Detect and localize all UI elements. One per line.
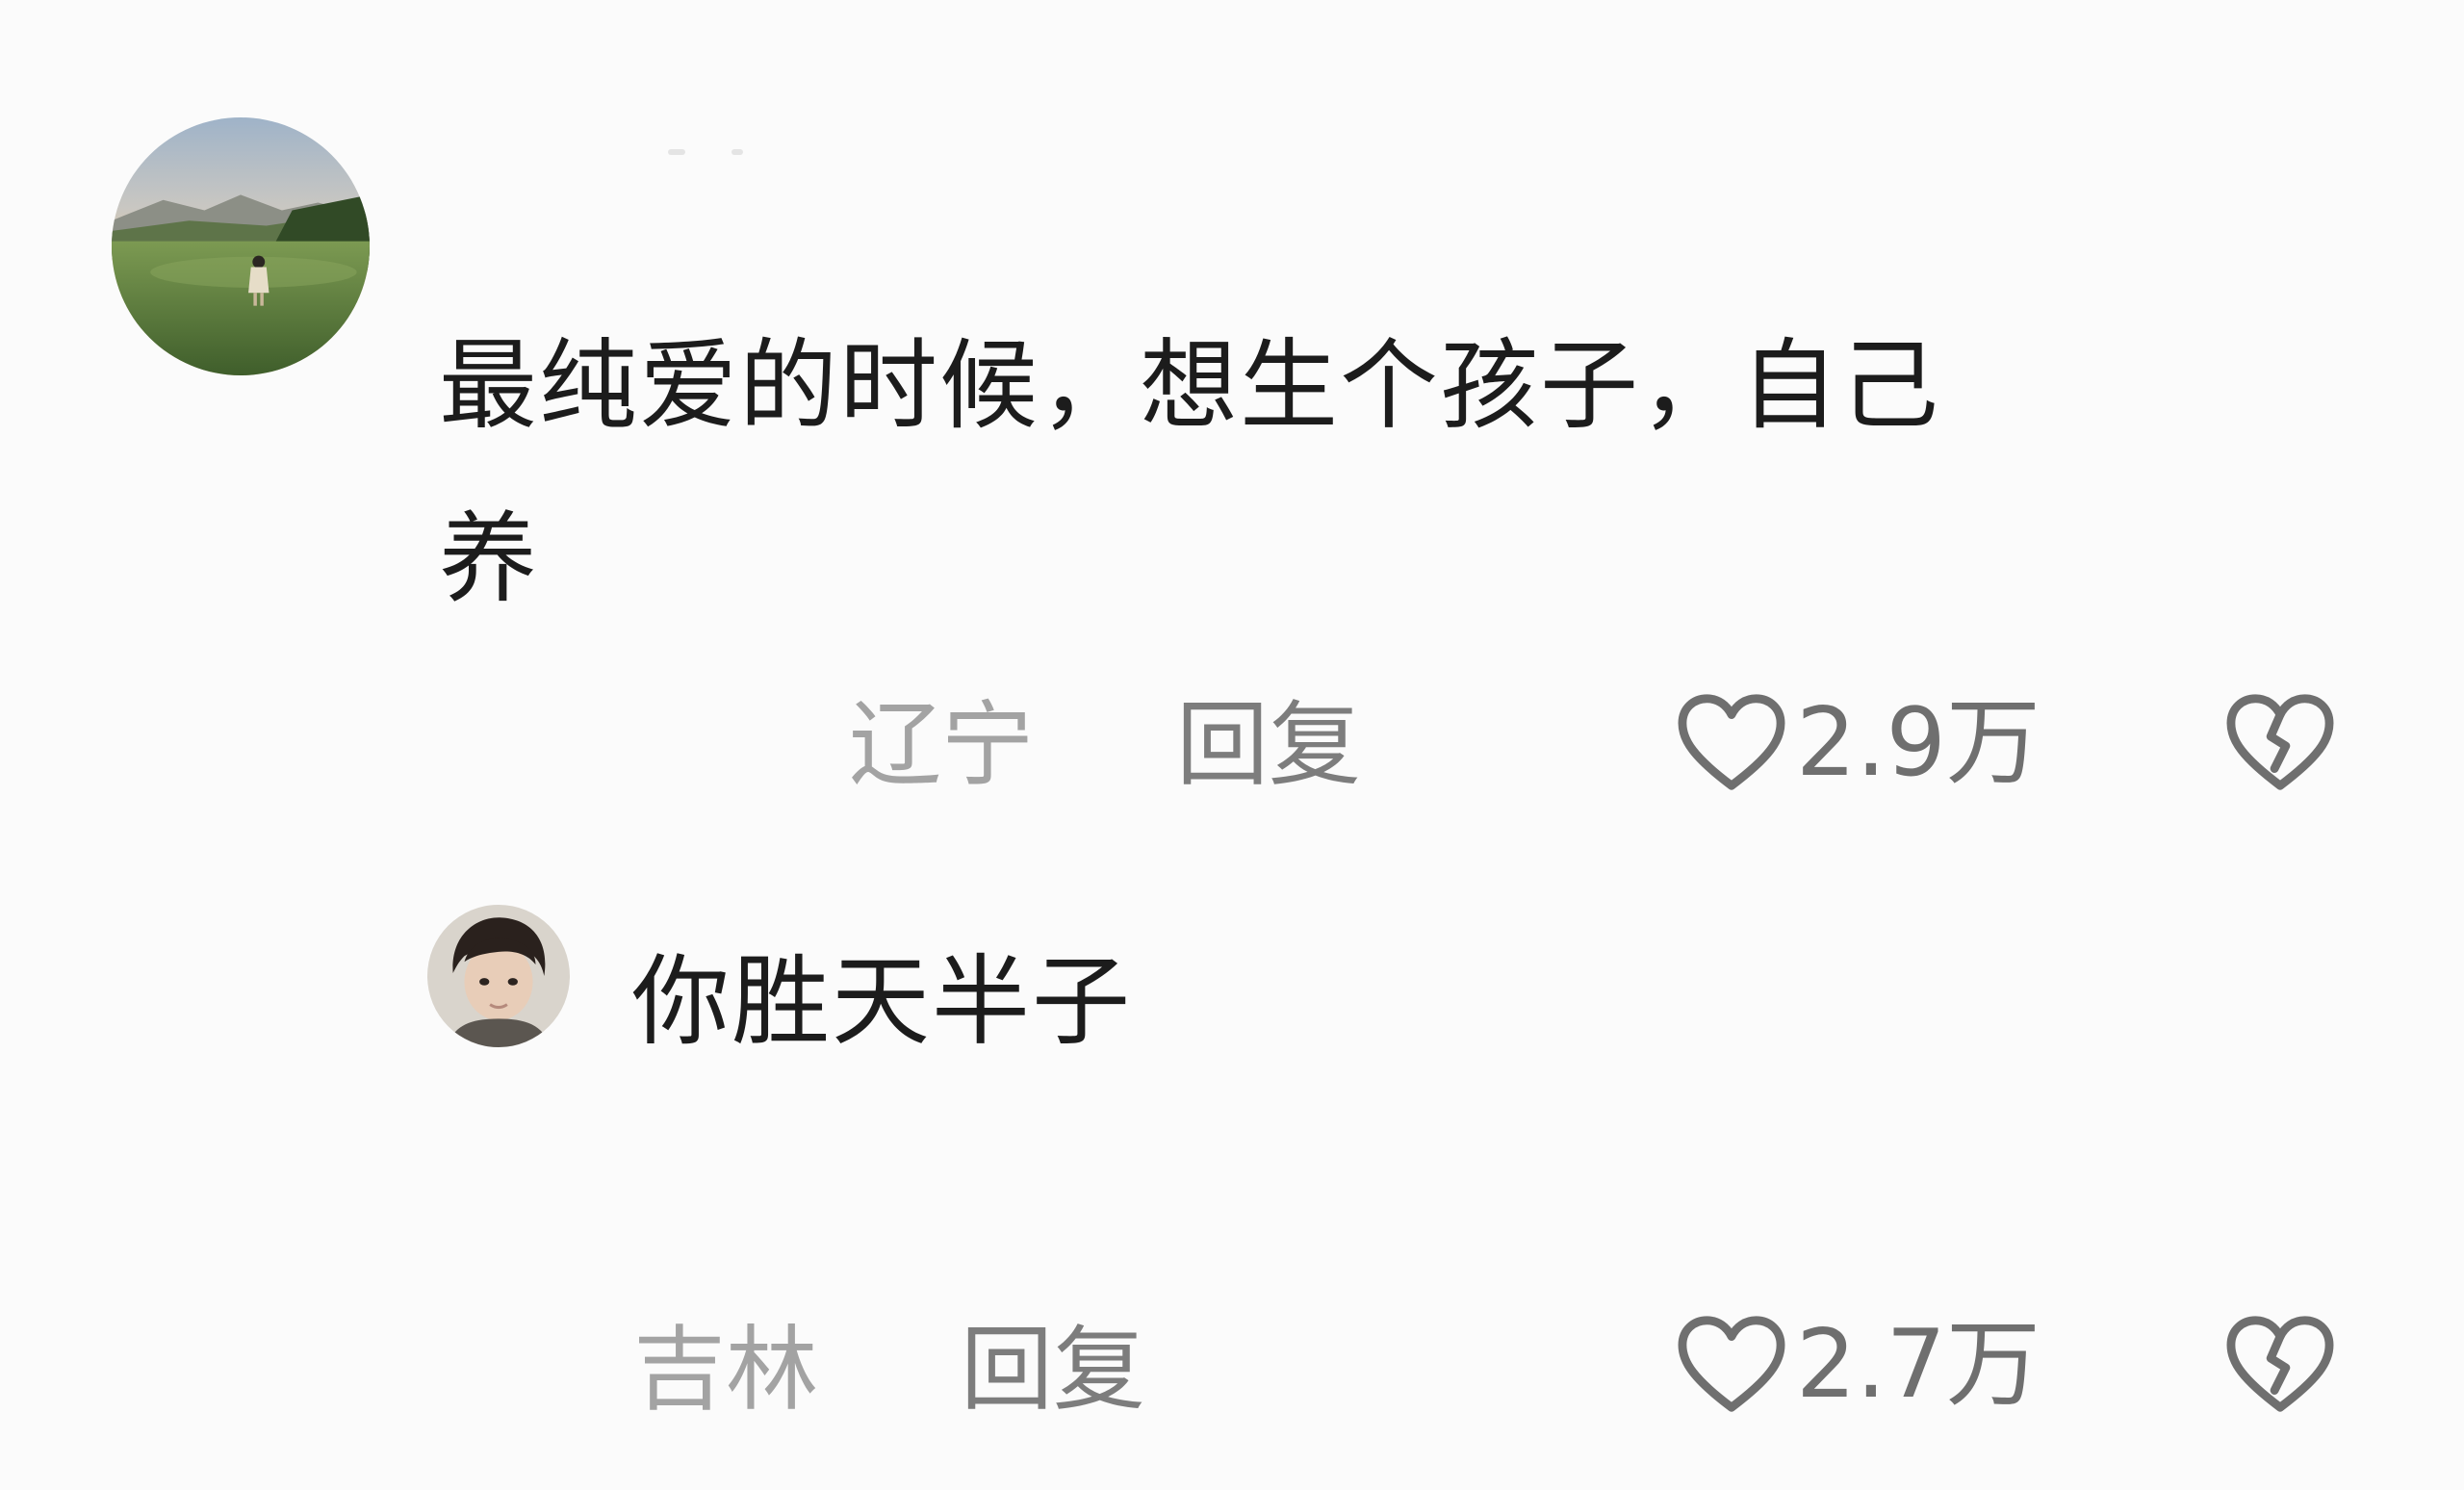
location-label: 辽宁 [849,691,1034,799]
heart-outline-icon [1678,694,1785,790]
broken-heart-icon [2226,694,2334,790]
comment-text-line: 最纯爱的时候，想生个孩子，自己 [439,329,1940,444]
boy-portrait-avatar-image [427,905,570,1047]
comment-text: 你胜天半子 [631,916,2268,1090]
like-count: 2.7万 [1796,1310,2040,1420]
comment-item: 最纯爱的时候，想生个孩子，自己 养 辽宁 回复 2.9万 [0,0,2464,847]
location-label: 吉林 [633,1316,818,1424]
reply-button[interactable]: 回复 [961,1323,1145,1416]
reply-comment-item: 你胜天半子 吉林 回复 2.7万 [0,847,2464,1490]
landscape-avatar-image [112,117,370,375]
broken-heart-icon [2226,1316,2334,1412]
heart-outline-icon [1678,1316,1785,1412]
comment-text: 最纯爱的时候，想生个孩子，自己 养 [439,300,2345,647]
user-avatar[interactable] [112,117,370,375]
comment-text-line: 你胜天半子 [631,945,1132,1060]
like-button[interactable]: 2.9万 [1675,691,2040,795]
username-placeholder[interactable] [732,149,743,155]
user-avatar[interactable] [427,905,570,1047]
dislike-button[interactable] [2223,1313,2337,1417]
username-placeholder[interactable] [668,149,685,155]
comment-text-line: 养 [439,502,539,617]
reply-button[interactable]: 回复 [1176,699,1361,791]
like-count: 2.9万 [1796,688,2040,798]
like-button[interactable]: 2.7万 [1675,1313,2040,1417]
dislike-button[interactable] [2223,691,2337,795]
